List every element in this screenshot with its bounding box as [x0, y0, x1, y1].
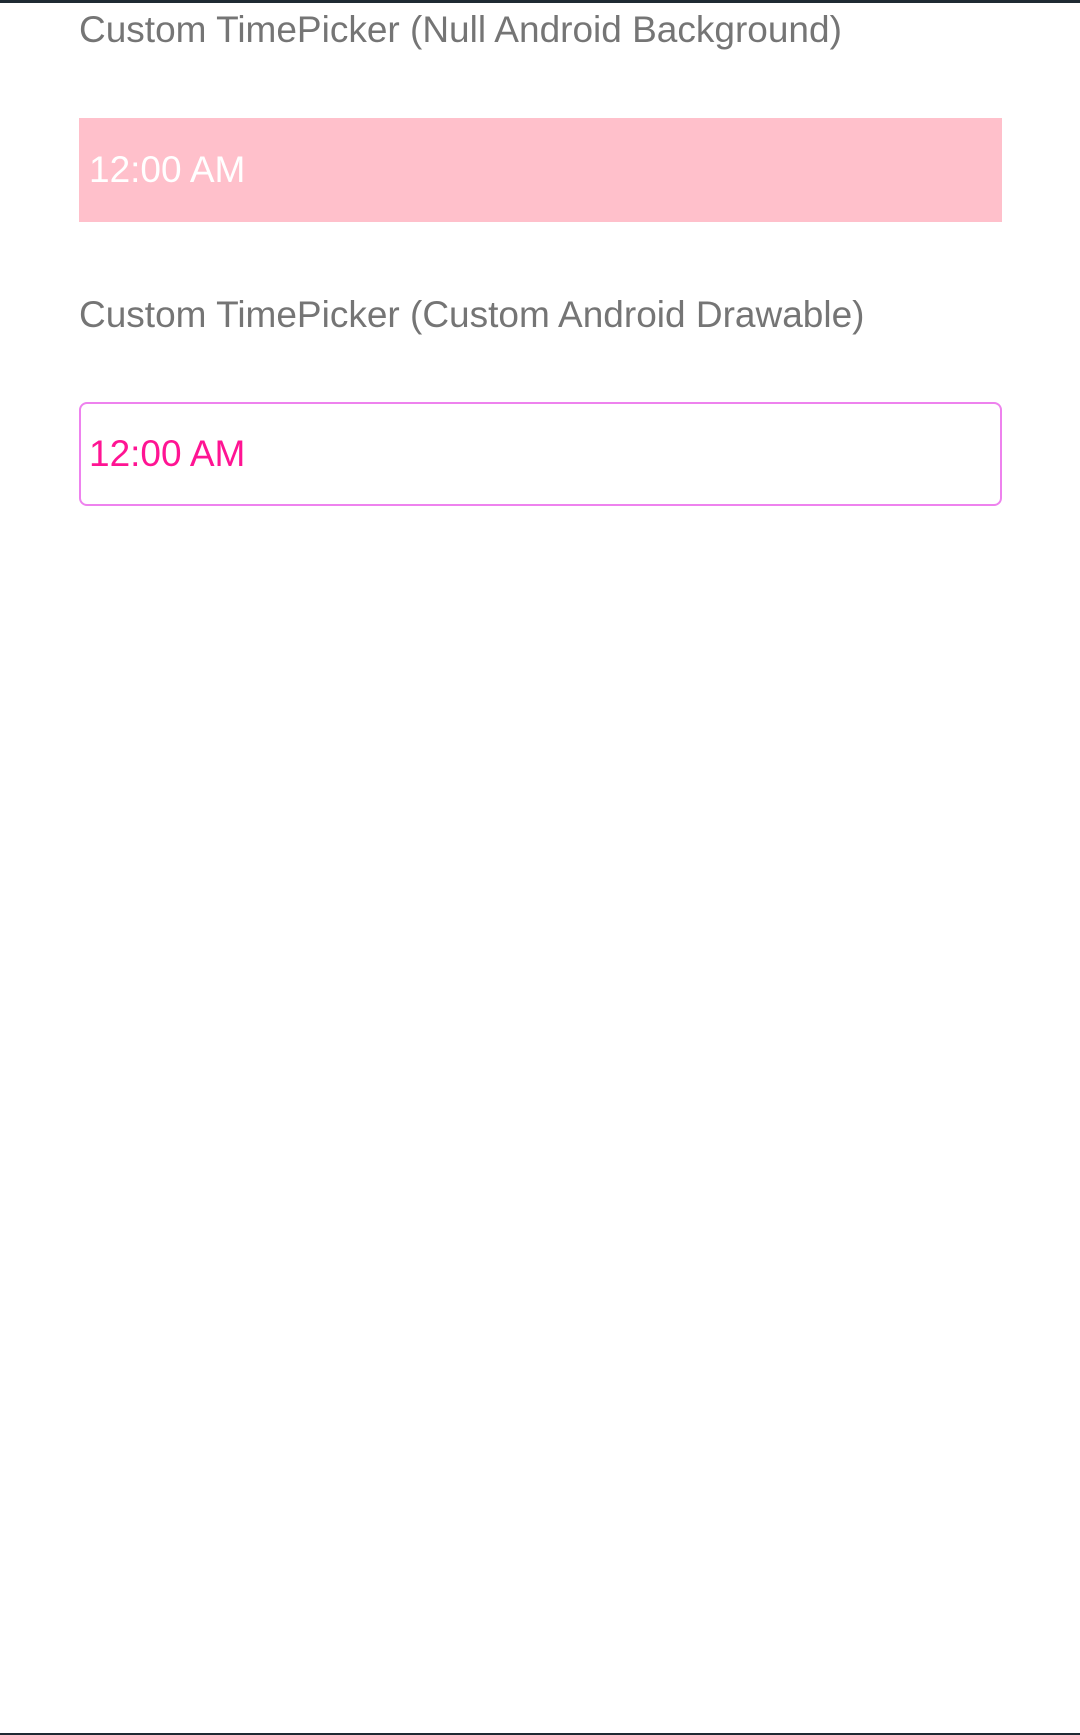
null-background-label: Custom TimePicker (Null Android Backgrou… [79, 9, 842, 50]
custom-drawable-time-value: 12:00 AM [89, 433, 246, 474]
null-background-time-picker[interactable]: 12:00 AM [79, 118, 1002, 222]
null-background-time-value: 12:00 AM [89, 149, 246, 190]
top-edge-bar [0, 0, 1080, 3]
custom-drawable-label: Custom TimePicker (Custom Android Drawab… [79, 294, 865, 335]
custom-drawable-time-picker[interactable]: 12:00 AM [79, 402, 1002, 506]
